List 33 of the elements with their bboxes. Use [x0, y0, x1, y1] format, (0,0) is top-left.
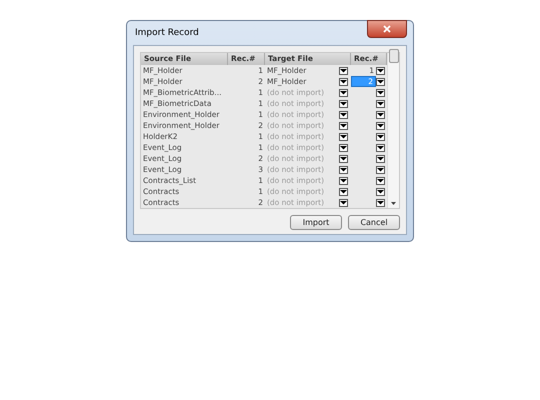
dropdown-button[interactable] [376, 78, 385, 86]
close-icon [383, 25, 391, 33]
dropdown-button[interactable] [339, 122, 348, 130]
dropdown-button[interactable] [376, 110, 385, 118]
scroll-thumb[interactable] [388, 49, 398, 63]
dropdown-button[interactable] [339, 78, 348, 86]
close-button[interactable] [367, 20, 407, 38]
dropdown-button[interactable] [376, 154, 385, 162]
dropdown-button[interactable] [339, 154, 348, 162]
dropdown-button[interactable] [339, 110, 348, 118]
dropdown-button[interactable] [339, 132, 348, 140]
dropdown-button[interactable] [339, 66, 348, 74]
dropdown-button[interactable] [376, 88, 385, 96]
dropdown-button[interactable] [376, 66, 385, 74]
dropdown-button[interactable] [376, 122, 385, 130]
dropdown-button[interactable] [376, 188, 385, 196]
window-title: Import Record [134, 28, 199, 38]
dropdown-button[interactable] [376, 144, 385, 152]
dropdown-button[interactable] [376, 100, 385, 108]
dropdown-button[interactable] [339, 100, 348, 108]
dropdown-button[interactable] [376, 176, 385, 184]
dropdown-button[interactable] [376, 132, 385, 140]
dropdown-button[interactable] [376, 198, 385, 206]
dropdown-button[interactable] [339, 144, 348, 152]
dropdown-button[interactable] [339, 88, 348, 96]
scroll-down-icon [391, 202, 396, 205]
dropdown-button[interactable] [339, 176, 348, 184]
dialog-button[interactable]: Import [290, 215, 342, 230]
dropdown-button[interactable] [376, 166, 385, 174]
dropdown-button[interactable] [339, 188, 348, 196]
dialog-button[interactable]: Cancel [348, 215, 400, 230]
dropdown-button[interactable] [339, 166, 348, 174]
dropdown-button[interactable] [339, 198, 348, 206]
